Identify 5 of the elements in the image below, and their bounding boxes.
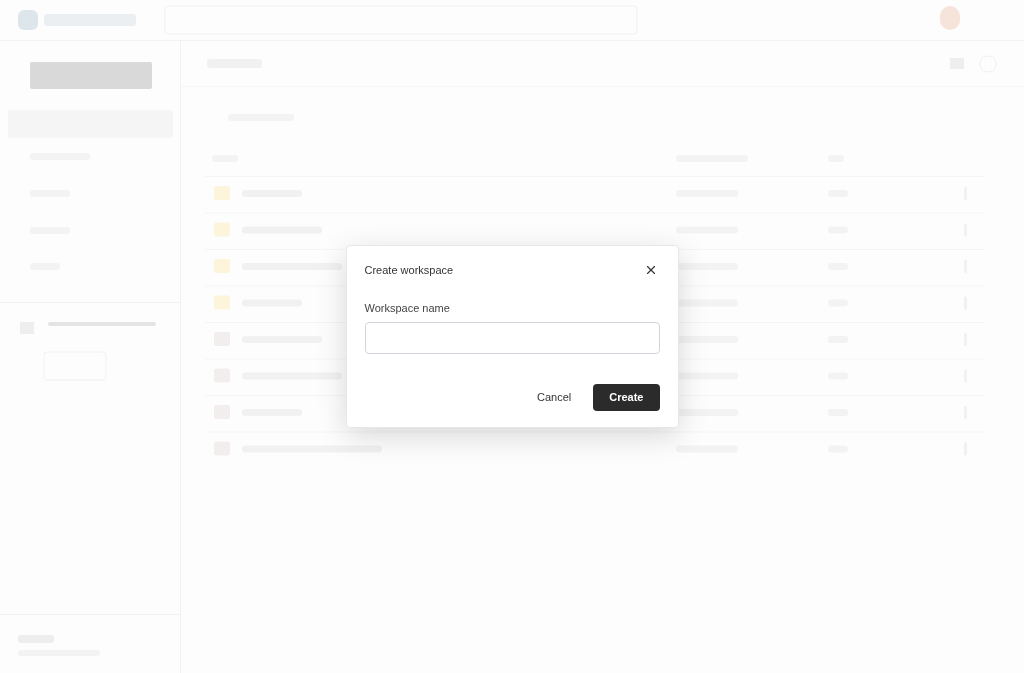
create-button[interactable]: Create: [593, 383, 660, 411]
cancel-button[interactable]: Cancel: [533, 383, 576, 411]
dialog-title: Create workspace: [364, 263, 454, 278]
workspace-name-field[interactable]: [364, 321, 660, 354]
field-label: Workspace name: [364, 301, 451, 317]
